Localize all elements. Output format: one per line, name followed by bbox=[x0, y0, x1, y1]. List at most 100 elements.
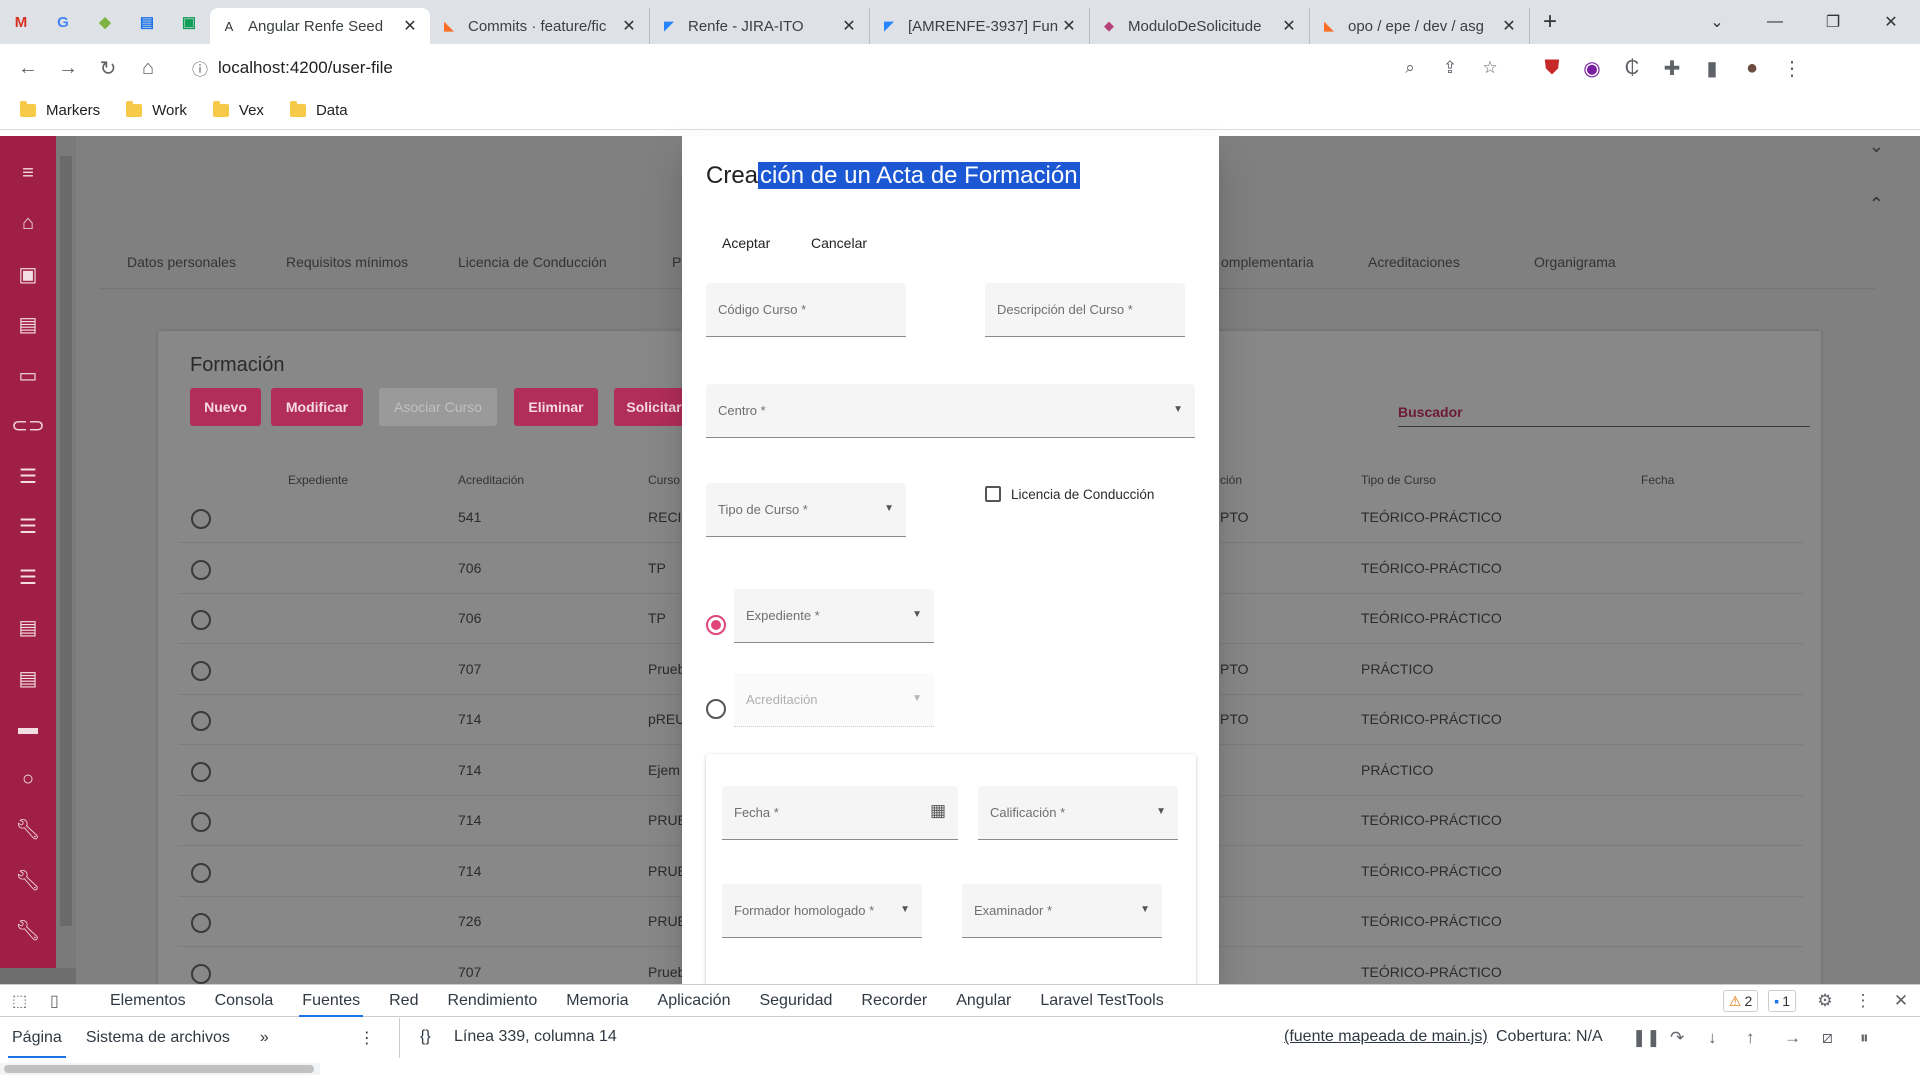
step-out-icon[interactable]: ↑ bbox=[1746, 1028, 1784, 1048]
list-icon[interactable]: ☰ bbox=[19, 552, 37, 603]
expediente-select[interactable]: Expediente * ▼ bbox=[734, 589, 934, 643]
asociar-curso-button[interactable]: Asociar Curso bbox=[379, 388, 497, 426]
document-icon[interactable]: ▤ bbox=[19, 300, 38, 351]
chevron-down-icon[interactable]: ⌄ bbox=[1869, 136, 1884, 157]
share-icon[interactable]: ⇪ bbox=[1430, 58, 1470, 78]
browser-tab[interactable]: ◤ [AMRENFE-3937] Fun ✕ bbox=[870, 8, 1090, 44]
acreditacion-radio[interactable] bbox=[706, 699, 726, 719]
bookmark-item[interactable]: Markers bbox=[20, 101, 100, 119]
expediente-radio[interactable] bbox=[706, 615, 726, 635]
reload-icon[interactable]: ↻ bbox=[88, 56, 128, 81]
tab-licencia[interactable]: Licencia de Conducción bbox=[458, 254, 607, 270]
site-info-icon[interactable]: ⓘ bbox=[192, 56, 208, 80]
menu-icon[interactable]: ≡ bbox=[22, 148, 34, 199]
horizontal-scrollbar[interactable] bbox=[0, 968, 76, 984]
step-over-icon[interactable]: ↷ bbox=[1670, 1028, 1708, 1048]
sync-icon[interactable]: ○ bbox=[22, 754, 34, 805]
library-icon[interactable]: ▣ bbox=[19, 249, 38, 300]
row-radio[interactable] bbox=[191, 610, 211, 630]
close-tab-icon[interactable]: ✕ bbox=[839, 16, 859, 36]
wrench-icon[interactable]: 🔧︎ bbox=[15, 805, 40, 856]
bookmark-item[interactable]: Data bbox=[289, 101, 348, 119]
nuevo-button[interactable]: Nuevo bbox=[190, 388, 261, 426]
more-tabs-icon[interactable]: » bbox=[260, 1029, 269, 1047]
warnings-badge[interactable]: ⚠ 2 bbox=[1722, 990, 1759, 1012]
column-header[interactable]: Fecha bbox=[1641, 473, 1674, 487]
close-devtools-icon[interactable]: ✕ bbox=[1882, 991, 1920, 1011]
tab-organigrama[interactable]: Organigrama bbox=[1534, 254, 1616, 270]
browser-tab[interactable]: ◆ ModuloDeSolicitude ✕ bbox=[1090, 8, 1310, 44]
browser-tab[interactable]: ◣ Commits · feature/fic ✕ bbox=[430, 8, 650, 44]
column-header[interactable]: Expediente bbox=[288, 473, 348, 487]
wrench-icon[interactable]: 🔧︎ bbox=[15, 906, 40, 957]
column-header[interactable]: Acreditación bbox=[458, 473, 524, 487]
gmail-icon[interactable]: M bbox=[0, 0, 42, 44]
bookmark-item[interactable]: Vex bbox=[212, 101, 264, 119]
column-header[interactable]: Curso bbox=[648, 473, 680, 487]
inspect-icon[interactable]: ⬚ bbox=[12, 991, 50, 1011]
search-input[interactable]: Buscador bbox=[1398, 404, 1810, 427]
tipo-curso-select[interactable]: Tipo de Curso * ▼ bbox=[706, 483, 906, 537]
extension-c-icon[interactable]: ₵ bbox=[1612, 57, 1652, 80]
tab-search-icon[interactable]: ⌄ bbox=[1688, 12, 1746, 32]
chevron-up-icon[interactable]: ⌃ bbox=[1869, 194, 1884, 215]
devtools-tab[interactable]: Memoria bbox=[566, 985, 628, 1017]
extension-green-icon[interactable]: ◆ bbox=[84, 0, 126, 44]
document-icon[interactable]: ▤ bbox=[19, 603, 38, 654]
docs-icon[interactable]: ▤ bbox=[126, 0, 168, 44]
devtools-tab[interactable]: Rendimiento bbox=[447, 985, 537, 1017]
device-toolbar-icon[interactable]: ▯ bbox=[50, 991, 88, 1011]
column-header[interactable]: Tipo de Curso bbox=[1361, 473, 1436, 487]
row-radio[interactable] bbox=[191, 862, 211, 883]
row-radio[interactable] bbox=[191, 761, 211, 782]
browser-menu-icon[interactable]: ⋮ bbox=[1772, 56, 1812, 81]
devtools-tab[interactable]: Fuentes bbox=[299, 985, 363, 1017]
devtools-tab[interactable]: Red bbox=[389, 985, 418, 1017]
step-into-icon[interactable]: ↓ bbox=[1708, 1028, 1746, 1048]
row-radio[interactable] bbox=[191, 660, 211, 681]
browser-tab[interactable]: A Angular Renfe Seed ✕ bbox=[210, 8, 430, 44]
devtools-tab[interactable]: Aplicación bbox=[658, 985, 731, 1017]
tab-acreditaciones[interactable]: Acreditaciones bbox=[1368, 254, 1460, 270]
fecha-field[interactable]: Fecha * ▦ bbox=[722, 786, 958, 840]
mapped-source-link[interactable]: (fuente mapeada de main.js) bbox=[1284, 1028, 1488, 1046]
row-radio[interactable] bbox=[191, 559, 211, 580]
tab-sistema-archivos[interactable]: Sistema de archivos bbox=[86, 1029, 230, 1047]
navigator-scrollbar[interactable] bbox=[0, 1063, 320, 1075]
color-picker-icon[interactable]: ◉ bbox=[1572, 56, 1612, 81]
devtools-tab[interactable]: Recorder bbox=[861, 985, 927, 1017]
document-icon[interactable]: ▤ bbox=[19, 653, 38, 704]
settings-gear-icon[interactable]: ⚙ bbox=[1806, 991, 1844, 1011]
devtools-menu-icon[interactable]: ⋮ bbox=[1844, 991, 1882, 1011]
zoom-icon[interactable]: ⌕ bbox=[1390, 58, 1430, 78]
bookmark-item[interactable]: Work bbox=[126, 101, 187, 119]
calendar-icon[interactable]: ▦ bbox=[930, 801, 946, 821]
tab-requisitos[interactable]: Requisitos mínimos bbox=[286, 254, 408, 270]
new-tab-button[interactable]: + bbox=[1530, 8, 1570, 36]
formador-select[interactable]: Formador homologado * ▼ bbox=[722, 884, 922, 938]
close-tab-icon[interactable]: ✕ bbox=[1499, 16, 1519, 36]
modificar-button[interactable]: Modificar bbox=[271, 388, 363, 426]
close-window-button[interactable]: ✕ bbox=[1862, 12, 1920, 32]
row-radio[interactable] bbox=[191, 509, 211, 529]
step-icon[interactable]: → bbox=[1784, 1028, 1822, 1048]
tab-pagina[interactable]: Página bbox=[8, 1018, 66, 1058]
forward-icon[interactable]: → bbox=[48, 57, 88, 80]
devtools-tab[interactable]: Seguridad bbox=[759, 985, 832, 1017]
cancelar-button[interactable]: Cancelar bbox=[811, 235, 867, 251]
close-tab-icon[interactable]: ✕ bbox=[400, 16, 420, 36]
avatar[interactable]: ● bbox=[1732, 57, 1772, 80]
pause-exceptions-icon[interactable]: ⏸ bbox=[1860, 1028, 1898, 1048]
close-tab-icon[interactable]: ✕ bbox=[1279, 16, 1299, 36]
home-icon[interactable]: ⌂ bbox=[128, 57, 168, 80]
acreditacion-select[interactable]: Acreditación ▼ bbox=[734, 673, 934, 727]
minimize-button[interactable]: — bbox=[1746, 13, 1804, 31]
column-header[interactable]: ción bbox=[1220, 473, 1242, 487]
tab-p[interactable]: P bbox=[672, 254, 681, 270]
translate-icon[interactable]: G bbox=[42, 0, 84, 44]
side-panel-icon[interactable]: ▮ bbox=[1692, 56, 1732, 81]
restore-button[interactable]: ❐ bbox=[1804, 12, 1862, 32]
tab-datos-personales[interactable]: Datos personales bbox=[127, 254, 236, 270]
close-tab-icon[interactable]: ✕ bbox=[1059, 16, 1079, 36]
navigator-menu-icon[interactable]: ⋮ bbox=[359, 1028, 375, 1048]
